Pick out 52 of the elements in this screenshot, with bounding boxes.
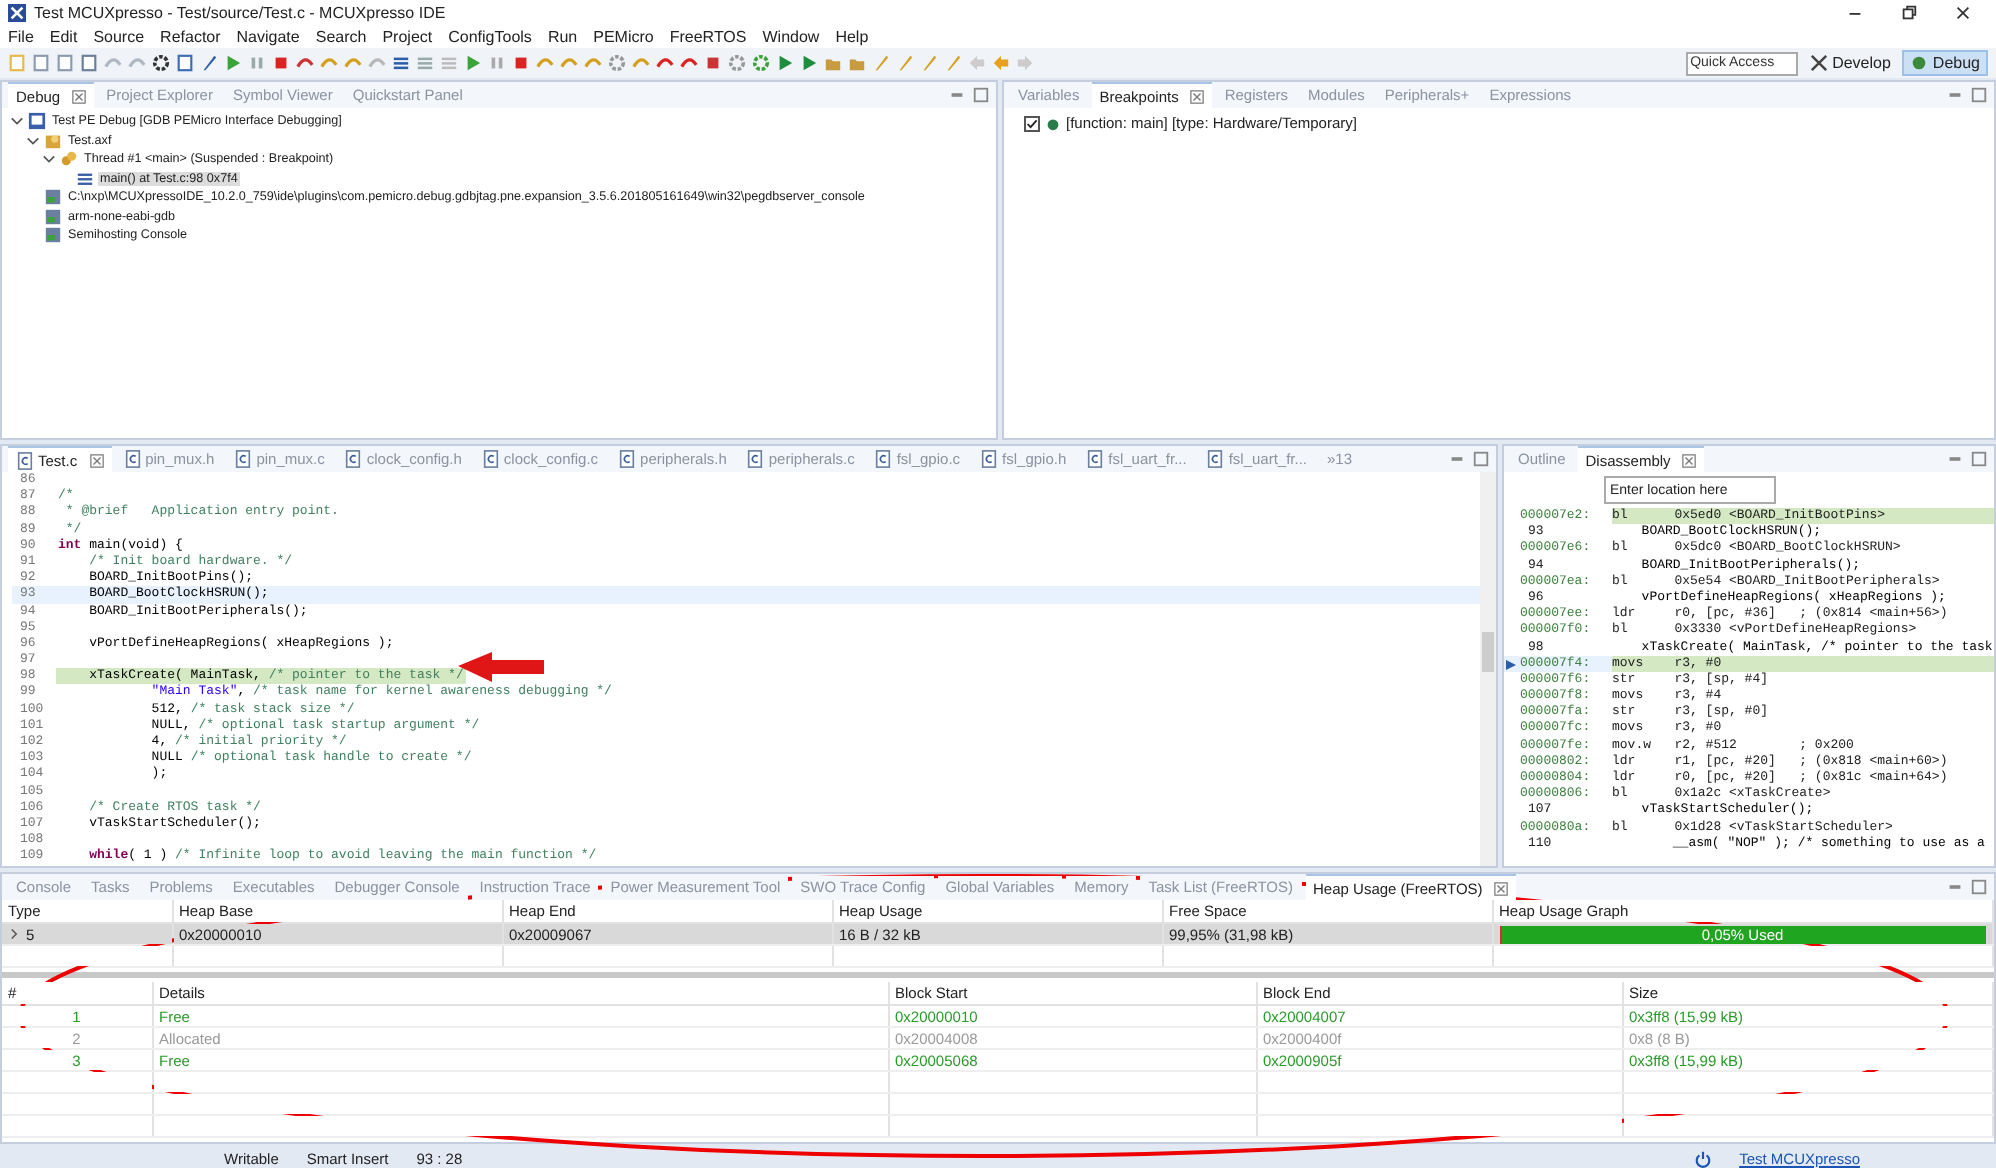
list-icon[interactable] [416, 54, 434, 72]
menu-item[interactable]: Refactor [160, 27, 221, 45]
bug-icon [1910, 54, 1929, 72]
close-icon[interactable] [1954, 3, 1972, 21]
thread-icon [60, 150, 78, 169]
expanded-caret-icon[interactable] [10, 114, 24, 129]
list-icon[interactable] [440, 54, 458, 72]
menu-item[interactable]: File [8, 27, 34, 45]
debug-config-icon [28, 112, 46, 131]
maximize-icon[interactable] [1472, 450, 1490, 468]
process-icon [44, 207, 62, 226]
pause-icon[interactable] [248, 54, 266, 72]
breakpoint-icon [1044, 114, 1062, 133]
scrollbar[interactable] [1480, 472, 1496, 866]
stop-icon[interactable] [512, 54, 530, 72]
c-file-icon [16, 451, 34, 469]
program-icon [44, 131, 62, 150]
pause-icon[interactable] [488, 54, 506, 72]
current-line-icon [1506, 659, 1516, 670]
gear-icon[interactable] [152, 54, 170, 72]
checkbox[interactable] [1024, 115, 1040, 132]
maximize-icon[interactable] [1970, 450, 1988, 468]
tools-icon [1810, 54, 1829, 72]
perspective-button[interactable]: Debug [1902, 50, 1988, 76]
menu-item[interactable]: Window [762, 27, 820, 45]
stop-icon[interactable] [704, 54, 722, 72]
expanded-caret-icon[interactable] [26, 133, 40, 148]
process-icon [44, 226, 62, 245]
menu-item[interactable]: Run [547, 27, 578, 45]
window-title: Test MCUXpresso - Test/source/Test.c - MCUXpresso IDE [34, 3, 448, 21]
stack-frame-icon [76, 169, 94, 188]
expanded-caret-icon[interactable] [42, 152, 56, 167]
power-icon [1693, 1149, 1712, 1167]
menu-item[interactable]: Navigate [236, 27, 300, 45]
restore-icon[interactable] [1900, 3, 1918, 21]
play-icon[interactable] [224, 54, 242, 72]
menu-item[interactable]: Project [382, 27, 433, 45]
expand-caret-icon[interactable] [8, 927, 20, 939]
menu-item[interactable]: Search [315, 27, 367, 45]
menu-item[interactable]: Edit [49, 27, 78, 45]
maximize-icon[interactable] [972, 86, 990, 104]
menu-item[interactable]: PEMicro [593, 27, 654, 45]
maximize-icon[interactable] [1970, 86, 1988, 104]
menu-item[interactable]: Help [835, 27, 869, 45]
stop-icon[interactable] [272, 54, 290, 72]
menu-item[interactable]: ConfigTools [448, 27, 532, 45]
menu-item[interactable]: FreeRTOS [669, 27, 747, 45]
process-icon [44, 188, 62, 207]
play-icon[interactable] [464, 54, 482, 72]
menu-item[interactable]: Source [93, 27, 145, 45]
perspective-button[interactable]: Develop [1804, 52, 1897, 74]
maximize-icon[interactable] [1970, 878, 1988, 896]
